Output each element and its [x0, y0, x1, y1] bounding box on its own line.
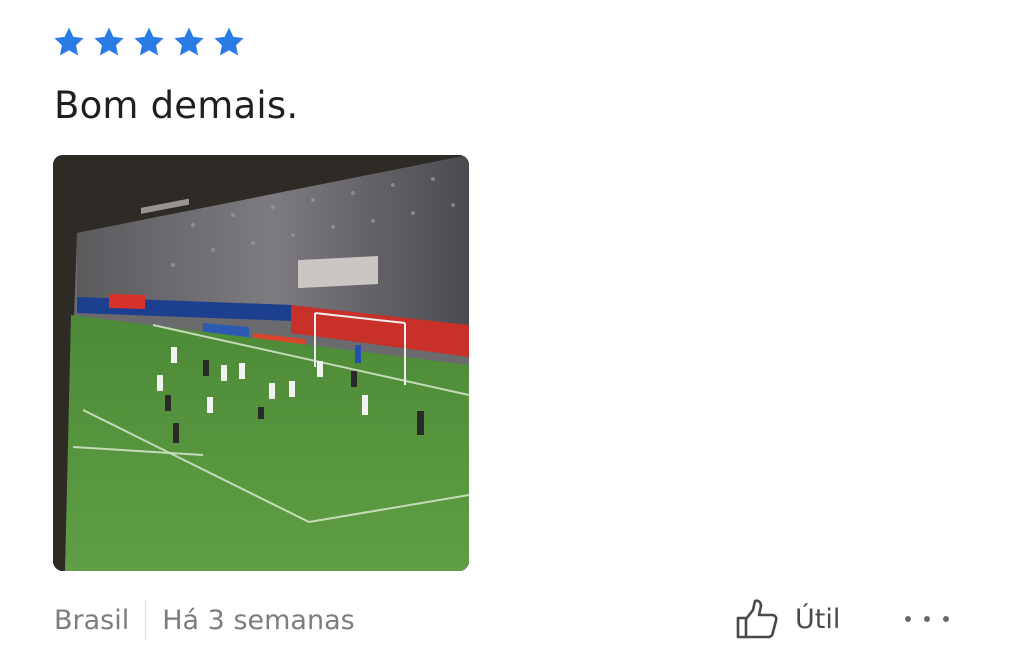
star-icon [134, 27, 164, 56]
more-options-button[interactable] [905, 604, 949, 634]
review-meta: Brasil Há 3 semanas [54, 600, 355, 640]
review-text: Bom demais. [54, 84, 299, 127]
more-options-icon [905, 616, 911, 622]
helpful-button[interactable]: Útil [735, 598, 840, 640]
meta-divider [145, 600, 147, 640]
thumbs-up-icon [736, 599, 778, 639]
photo-image [53, 155, 469, 571]
review-card: Bom demais. Brasil Há 3 semanas Útil [0, 0, 1024, 671]
helpful-label: Útil [795, 603, 841, 635]
star-icon [214, 27, 244, 56]
review-photo[interactable] [53, 155, 469, 571]
more-options-icon [943, 616, 949, 622]
more-options-icon [924, 616, 930, 622]
review-date: Há 3 semanas [162, 604, 355, 636]
star-rating [52, 25, 246, 59]
review-location: Brasil [54, 604, 130, 636]
star-icon [94, 27, 124, 56]
star-icon [174, 27, 204, 56]
star-icon [54, 27, 84, 56]
